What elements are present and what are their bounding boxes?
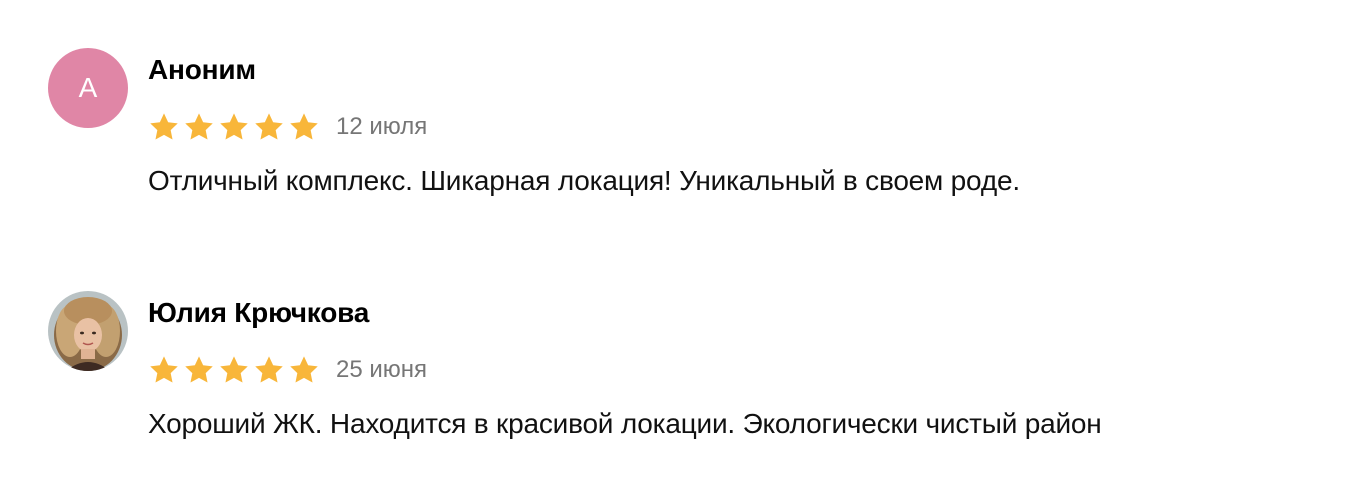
star-icon	[148, 354, 180, 386]
star-icon	[148, 111, 180, 143]
star-icon	[218, 111, 250, 143]
review-meta: 25 июня	[148, 353, 427, 387]
review-date: 12 июля	[336, 113, 428, 140]
review-card: Юлия Крючкова 25 июня Хороший ЖК. Находи…	[48, 291, 1308, 491]
user-photo-icon	[48, 291, 128, 371]
star-icon	[288, 354, 320, 386]
star-icon	[253, 111, 285, 143]
review-author[interactable]: Аноним	[148, 52, 256, 88]
review-text: Хороший ЖК. Находится в красивой локации…	[148, 408, 1102, 439]
reviews-list: А Аноним 12 июля Отличный комплекс. Шика…	[0, 0, 1352, 500]
avatar[interactable]	[48, 291, 128, 371]
rating-stars	[148, 354, 323, 386]
star-icon	[253, 354, 285, 386]
star-icon	[183, 354, 215, 386]
rating-stars	[148, 111, 323, 143]
review-card: А Аноним 12 июля Отличный комплекс. Шика…	[48, 48, 1308, 248]
review-meta: 12 июля	[148, 110, 427, 144]
review-author[interactable]: Юлия Крючкова	[148, 295, 369, 331]
star-icon	[288, 111, 320, 143]
review-date: 25 июня	[336, 356, 428, 383]
star-icon	[183, 111, 215, 143]
avatar[interactable]: А	[48, 48, 128, 128]
review-text: Отличный комплекс. Шикарная локация! Уни…	[148, 165, 1020, 196]
star-icon	[218, 354, 250, 386]
